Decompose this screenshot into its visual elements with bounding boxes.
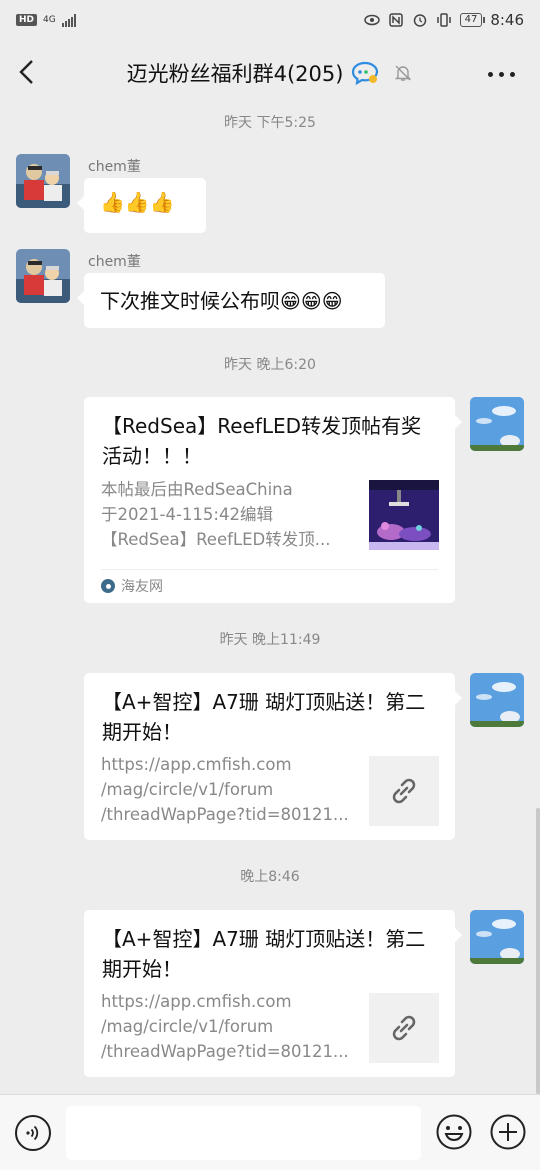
- card-title: 【A+智控】A7珊 瑚灯顶贴送！第二期开始！: [102, 927, 426, 981]
- more-dot: [499, 71, 504, 77]
- battery-icon: 47: [459, 13, 486, 27]
- link-thumbnail: [369, 756, 439, 826]
- alarm-icon: [412, 13, 428, 27]
- source-name: 海友网: [121, 579, 163, 595]
- emoji-button[interactable]: [435, 1113, 473, 1151]
- status-bar: HD 4G 47 8:46: [0, 0, 540, 40]
- link-icon: [392, 778, 416, 804]
- aquarium-thumbnail-image: [369, 480, 439, 550]
- sky-avatar-image: [470, 397, 524, 451]
- message-bubble[interactable]: 下次推文时候公布呗😁😁😁: [77, 273, 385, 328]
- emoji-icon: [436, 1114, 472, 1150]
- chat-bubble-icon: [352, 61, 379, 86]
- plus-icon: [490, 1114, 526, 1150]
- plus-button[interactable]: [489, 1113, 527, 1151]
- avatar-self[interactable]: [470, 910, 524, 964]
- link-card[interactable]: 【A+智控】A7珊 瑚灯顶贴送！第二期开始！ https://app.cmfis…: [84, 910, 462, 1077]
- avatar-image: [16, 154, 70, 208]
- mute-bell-icon: [395, 65, 412, 81]
- more-button[interactable]: [488, 64, 518, 84]
- link-card[interactable]: 【RedSea】ReefLED转发顶帖有奖活动！！！ 本帖最后由RedSeaCh…: [84, 397, 462, 603]
- avatar-self[interactable]: [470, 397, 524, 451]
- timestamp: 昨天 晚上6:20: [224, 357, 316, 373]
- card-source: 海友网: [101, 569, 438, 596]
- voice-icon: [26, 1125, 39, 1141]
- nav-bar: 迈光粉丝福利群4(205): [0, 40, 540, 106]
- avatar-chem[interactable]: [16, 249, 70, 303]
- avatar-self[interactable]: [470, 673, 524, 727]
- scrollbar[interactable]: [536, 808, 540, 1094]
- chevron-left-icon: [19, 60, 33, 84]
- sky-avatar-image: [470, 673, 524, 727]
- avatar-image: [16, 249, 70, 303]
- network-type: 4G: [43, 14, 56, 25]
- chat-title: 迈光粉丝福利群4(205): [126, 62, 344, 86]
- voice-button[interactable]: [15, 1115, 51, 1151]
- more-dot: [510, 71, 515, 77]
- sky-avatar-image: [470, 910, 524, 964]
- link-icon: [392, 1015, 416, 1041]
- signal-icon: [61, 13, 76, 27]
- card-description: https://app.cmfish.com /mag/circle/v1/fo…: [101, 992, 349, 1061]
- title-icons: [351, 60, 413, 86]
- more-dot: [488, 71, 493, 77]
- card-thumbnail: [369, 480, 439, 550]
- status-left: HD 4G: [16, 13, 76, 27]
- sender-name: chem董: [88, 159, 141, 175]
- link-thumbnail: [369, 993, 439, 1063]
- eye-icon: [363, 13, 380, 27]
- back-button[interactable]: [14, 58, 42, 86]
- timestamp: 晚上8:46: [240, 869, 300, 885]
- card-description: 本帖最后由RedSeaChina 于2021-4-115:42编辑 【RedSe…: [101, 480, 331, 549]
- timestamp: 昨天 下午5:25: [224, 115, 316, 131]
- card-description: https://app.cmfish.com /mag/circle/v1/fo…: [101, 755, 349, 824]
- message-list[interactable]: 昨天 下午5:25 chem董 👍👍👍 chem董 下次推文时候公布呗😁😁😁 昨…: [0, 106, 540, 1094]
- clock: 8:46: [490, 11, 524, 29]
- avatar-chem[interactable]: [16, 154, 70, 208]
- message-input[interactable]: [66, 1106, 421, 1160]
- nfc-icon: [388, 13, 404, 27]
- vibrate-icon: [436, 13, 452, 27]
- status-right: 47 8:46: [363, 11, 524, 29]
- link-card[interactable]: 【A+智控】A7珊 瑚灯顶贴送！第二期开始！ https://app.cmfis…: [84, 673, 462, 840]
- card-title: 【A+智控】A7珊 瑚灯顶贴送！第二期开始！: [102, 690, 426, 744]
- card-title: 【RedSea】ReefLED转发顶帖有奖活动！！！: [102, 414, 422, 468]
- message-bubble[interactable]: 👍👍👍: [77, 178, 206, 233]
- hd-badge: HD: [16, 14, 38, 26]
- sender-name: chem董: [88, 254, 141, 270]
- input-bar: [0, 1094, 540, 1170]
- timestamp: 昨天 晚上11:49: [219, 632, 321, 648]
- source-logo-icon: [101, 579, 115, 593]
